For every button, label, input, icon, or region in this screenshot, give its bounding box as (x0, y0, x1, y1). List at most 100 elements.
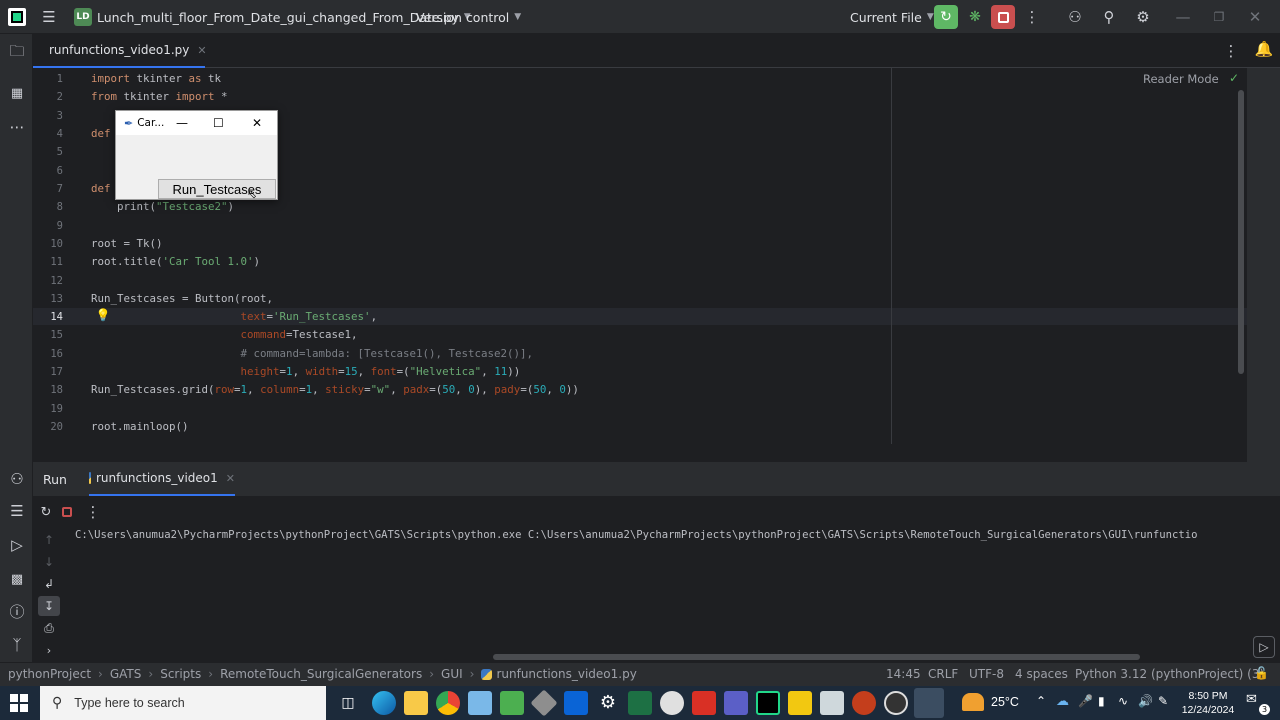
taskbar-search-box[interactable]: ⚲ Type here to search (40, 686, 326, 720)
layers-icon[interactable]: ☰ (6, 500, 28, 522)
minimize-icon[interactable]: — (1172, 6, 1194, 28)
run-config-tab[interactable]: runfunctions_video1 ✕ (89, 462, 235, 496)
python-packages-icon[interactable]: ⚇ (6, 468, 28, 490)
outlook-icon[interactable] (564, 691, 588, 715)
tab-options-icon[interactable]: ⋮ (1221, 40, 1241, 62)
more-options-icon[interactable]: ⋮ (1022, 6, 1042, 28)
scroll-up-icon[interactable]: ↑ (39, 530, 59, 550)
line-number: 15 (50, 329, 63, 341)
file-explorer-icon[interactable] (404, 691, 428, 715)
lock-icon[interactable]: 🔓 (1254, 666, 1269, 680)
git-icon[interactable] (530, 689, 558, 717)
main-menu-icon[interactable]: ☰ (38, 6, 60, 28)
search-icon[interactable]: ⚲ (1098, 6, 1120, 28)
onedrive-icon[interactable]: ☁ (1056, 694, 1069, 709)
settings-gear-icon[interactable]: ⚙ (596, 691, 620, 715)
breadcrumb-item[interactable]: RemoteTouch_SurgicalGenerators (220, 667, 422, 681)
debug-icon[interactable]: ❋ (964, 5, 986, 29)
windows-start-icon[interactable] (10, 694, 28, 712)
app-icon[interactable] (660, 691, 684, 715)
right-margin-guide (891, 68, 892, 444)
breadcrumb-item[interactable]: GUI (441, 667, 463, 681)
battery-icon[interactable]: ▮ (1098, 694, 1105, 708)
soft-wrap-icon[interactable]: ↲ (39, 574, 59, 594)
app-icon[interactable] (884, 691, 908, 715)
ai-assistant-icon[interactable]: ▷ (1253, 636, 1275, 658)
file-encoding[interactable]: UTF-8 (969, 667, 1004, 681)
temperature[interactable]: 25°C (991, 695, 1019, 709)
search-placeholder: Type here to search (74, 696, 185, 710)
document-icon[interactable] (820, 691, 844, 715)
run-config-selector[interactable]: Current File ▼ (850, 0, 934, 34)
structure-icon[interactable]: ▦ (6, 82, 28, 104)
expand-icon[interactable]: › (39, 640, 59, 660)
rerun-icon[interactable]: ↻ (934, 5, 958, 29)
rerun-icon[interactable]: ↻ (36, 502, 56, 522)
tk-minimize-icon[interactable]: — (176, 116, 188, 130)
more-options-icon[interactable]: ⋮ (84, 502, 102, 522)
breadcrumb-item[interactable]: Scripts (160, 667, 201, 681)
teams-icon[interactable] (724, 691, 748, 715)
tk-window-titlebar[interactable]: ✒ Car... — ☐ ✕ (116, 111, 277, 135)
scroll-to-end-icon[interactable]: ↧ (38, 596, 60, 616)
inspection-ok-icon[interactable]: ✓ (1229, 71, 1239, 85)
add-user-icon[interactable]: ⚇ (1064, 6, 1086, 28)
breadcrumb-item[interactable]: pythonProject (8, 667, 91, 681)
project-name: Lunch_multi_floor_From_Date_gui_changed_… (97, 9, 459, 25)
close-tab-icon[interactable]: ✕ (197, 44, 206, 57)
stop-icon[interactable] (58, 502, 76, 522)
adobe-icon[interactable] (692, 691, 716, 715)
print-icon[interactable]: ⎙ (39, 618, 59, 638)
reader-mode-toggle[interactable]: Reader Mode (1143, 72, 1219, 86)
editor-scrollbar[interactable] (1238, 90, 1244, 374)
run-testcases-button[interactable]: Run_Testcases (158, 179, 276, 199)
edge-browser-icon[interactable] (372, 691, 396, 715)
python-interpreter[interactable]: Python 3.12 (pythonProject) (3) (1075, 667, 1264, 681)
chrome-icon[interactable] (436, 691, 460, 715)
wifi-icon[interactable]: ∿ (1118, 694, 1128, 708)
excel-icon[interactable] (628, 691, 652, 715)
more-tools-icon[interactable]: ⋯ (6, 116, 28, 138)
tk-app-window[interactable]: ✒ Car... — ☐ ✕ Run_Testcases ⬁ (115, 110, 278, 201)
indent-setting[interactable]: 4 spaces (1015, 667, 1068, 681)
pen-icon[interactable]: ✎ (1158, 694, 1168, 708)
problems-icon[interactable]: ⓘ (6, 600, 28, 622)
line-number: 2 (56, 91, 63, 103)
editor-tab-active[interactable]: runfunctions_video1.py ✕ (33, 34, 207, 68)
project-folder-icon[interactable]: 🗀 (6, 42, 28, 64)
notifications-icon[interactable]: 🔔 (1253, 38, 1275, 60)
services-icon[interactable]: ▷ (6, 534, 28, 556)
line-number: 6 (56, 165, 63, 177)
restore-icon[interactable]: ❐ (1208, 6, 1230, 28)
scroll-down-icon[interactable]: ↓ (39, 552, 59, 572)
run-tab-label[interactable]: Run (43, 472, 67, 487)
code-line: from tkinter import * (91, 90, 228, 103)
tray-overflow-icon[interactable]: ⌃ (1036, 694, 1046, 708)
line-separator[interactable]: CRLF (928, 667, 958, 681)
console-h-scrollbar[interactable] (493, 654, 1140, 660)
microphone-icon[interactable]: 🎤 (1078, 694, 1093, 708)
project-selector[interactable]: LD Lunch_multi_floor_From_Date_gui_chang… (74, 0, 471, 34)
breadcrumb-item[interactable]: runfunctions_video1.py (496, 667, 636, 681)
close-icon[interactable]: ✕ (1244, 6, 1266, 28)
clock[interactable]: 8:50 PM 12/24/2024 (1176, 689, 1240, 717)
pycharm-taskbar-icon[interactable] (756, 691, 780, 715)
task-view-icon[interactable]: ◫ (336, 691, 360, 715)
power-bi-icon[interactable] (788, 691, 812, 715)
settings-gear-icon[interactable]: ⚙ (1132, 6, 1154, 28)
breadcrumb-item[interactable]: GATS (110, 667, 142, 681)
notepadpp-icon[interactable] (500, 691, 524, 715)
powerpoint-icon[interactable] (852, 691, 876, 715)
terminal-icon[interactable]: ▩ (6, 568, 28, 590)
mouse-cursor-icon: ⬁ (247, 187, 258, 201)
caret-position[interactable]: 14:45 (886, 667, 921, 681)
python-taskbar-icon[interactable] (914, 688, 944, 718)
volume-icon[interactable]: 🔊 (1138, 694, 1153, 708)
notepad-icon[interactable] (468, 691, 492, 715)
tk-maximize-icon[interactable]: ☐ (213, 116, 224, 130)
git-branch-icon[interactable]: ᛉ (6, 634, 28, 656)
close-tab-icon[interactable]: ✕ (226, 472, 235, 485)
tk-close-icon[interactable]: ✕ (252, 116, 262, 130)
vcs-menu[interactable]: Version control ▼ (416, 0, 521, 34)
stop-icon[interactable] (991, 5, 1015, 29)
